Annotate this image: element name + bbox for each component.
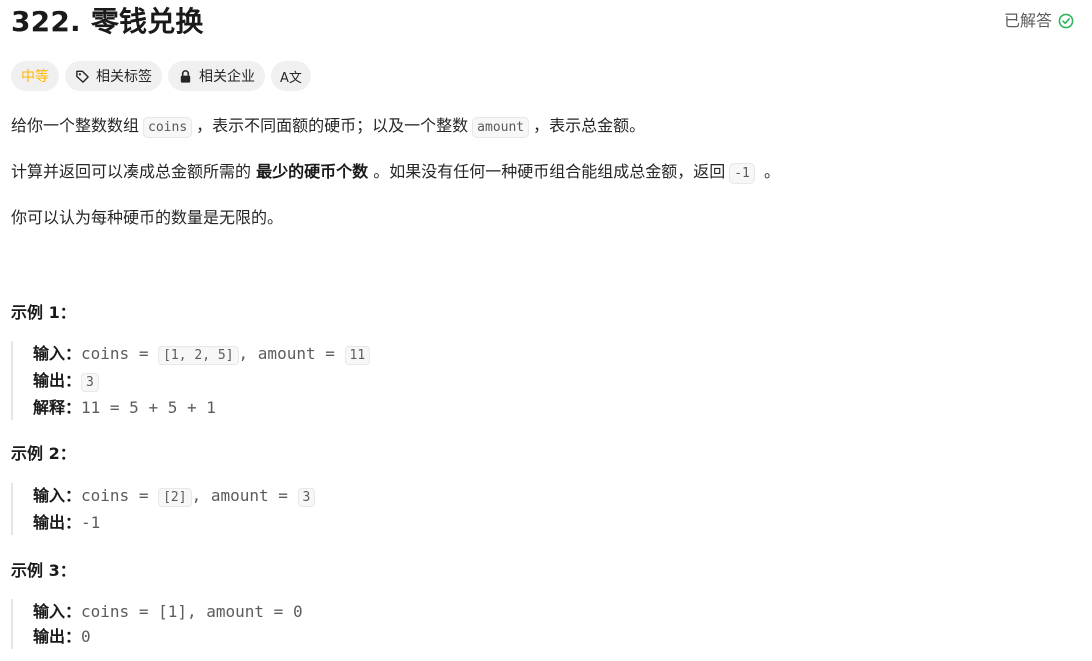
- code: 11: [344, 346, 371, 365]
- example-2-output: 输出：-1: [33, 510, 315, 535]
- output-label: 输出：: [33, 513, 82, 532]
- tag-icon: [76, 70, 89, 83]
- code: 3: [81, 373, 99, 392]
- text: ，表示不同面额的硬币；以及一个整数: [196, 116, 469, 135]
- inline-code-neg1: -1: [729, 163, 755, 184]
- translate-button[interactable]: A文: [271, 61, 311, 91]
- translate-icon: A文: [280, 70, 302, 86]
- text: 。: [758, 162, 780, 181]
- solved-label: 已解答: [1003, 11, 1052, 30]
- example-1-explanation: 解释：11 = 5 + 5 + 1: [33, 395, 370, 420]
- emphasis: 最少的硬币个数: [256, 162, 369, 181]
- description-paragraph-1: 给你一个整数数组 coins ，表示不同面额的硬币；以及一个整数 amount ，表示总…: [11, 114, 645, 140]
- example-3-block: 输入：coins = [1], amount = 0 输出：0: [11, 599, 303, 649]
- inline-code-coins: coins: [143, 117, 193, 138]
- problem-title: 322. 零钱兑换: [11, 5, 204, 38]
- text: 11 = 5 + 5 + 1: [81, 398, 216, 417]
- text: , amount =: [191, 486, 298, 505]
- example-3-title: 示例 3：: [11, 561, 76, 580]
- output-label: 输出：: [33, 627, 82, 646]
- example-3-input: 输入：coins = [1], amount = 0: [33, 599, 303, 624]
- example-1-title: 示例 1：: [11, 303, 76, 322]
- code: [1, 2, 5]: [158, 346, 239, 365]
- tag-bar: 中等 相关标签 相关企业 A文: [11, 61, 311, 91]
- inline-code-amount: amount: [472, 117, 530, 138]
- example-3-output: 输出：0: [33, 624, 303, 649]
- text: ，表示总金额。: [533, 116, 646, 135]
- text: coins =: [81, 344, 159, 363]
- text: coins =: [81, 486, 159, 505]
- solved-status: 已解答: [1004, 10, 1074, 32]
- code: 3: [297, 488, 316, 507]
- text: 。如果没有任何一种硬币组合能组成总金额，返回: [368, 162, 726, 181]
- example-1-input: 输入：coins = [1, 2, 5], amount = 11: [33, 341, 371, 368]
- input-label: 输入：: [33, 486, 82, 505]
- lock-icon: [180, 69, 191, 83]
- description-paragraph-3: 你可以认为每种硬币的数量是无限的。: [11, 208, 284, 227]
- related-tags-button[interactable]: 相关标签: [65, 61, 162, 91]
- related-companies-label: 相关企业: [199, 69, 255, 85]
- text: coins = [1], amount = 0: [81, 602, 303, 621]
- example-1-output: 输出： 3: [33, 368, 370, 395]
- related-tags-label: 相关标签: [96, 69, 152, 85]
- check-circle-icon: [1058, 13, 1074, 29]
- description-paragraph-2: 计算并返回可以凑成总金额所需的 最少的硬币个数 。如果没有任何一种硬币组合能组成…: [11, 160, 780, 186]
- text: 计算并返回可以凑成总金额所需的: [11, 162, 257, 181]
- example-1-block: 输入：coins = [1, 2, 5], amount = 11 输出： 3 解…: [11, 341, 371, 420]
- example-2-input: 输入：coins = [2], amount = 3: [33, 483, 316, 510]
- output-label: 输出：: [33, 371, 82, 390]
- text: -1: [81, 513, 101, 532]
- text: 0: [81, 627, 91, 646]
- example-2-title: 示例 2：: [11, 444, 76, 463]
- difficulty-badge[interactable]: 中等: [11, 61, 59, 91]
- related-companies-button[interactable]: 相关企业: [168, 61, 265, 91]
- input-label: 输入：: [33, 344, 82, 363]
- text: 给你一个整数数组: [11, 116, 140, 135]
- input-label: 输入：: [33, 602, 82, 621]
- example-2-block: 输入：coins = [2], amount = 3 输出：-1: [11, 483, 316, 535]
- code: [2]: [158, 488, 192, 507]
- text: , amount =: [238, 344, 345, 363]
- explain-label: 解释：: [33, 398, 82, 417]
